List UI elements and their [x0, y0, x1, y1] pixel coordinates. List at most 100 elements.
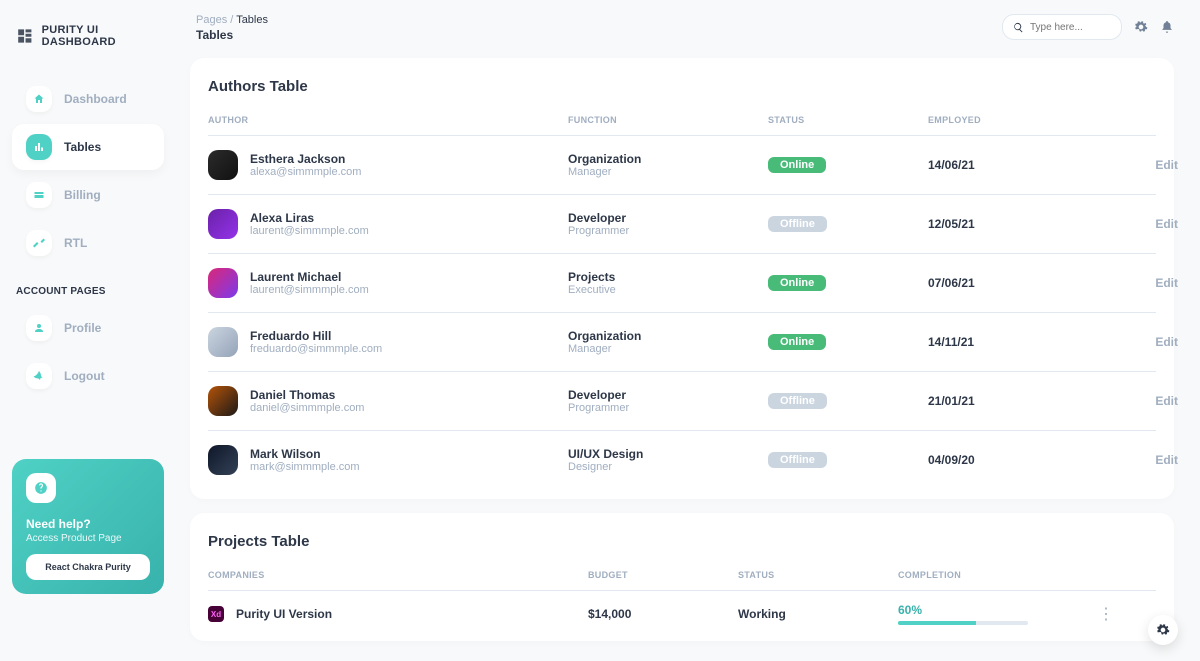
author-name: Alexa Liras [250, 211, 369, 225]
sidebar-item-dashboard[interactable]: Dashboard [12, 76, 164, 122]
breadcrumb-sep: / [230, 14, 233, 26]
main-content: Pages / Tables Tables Authors Table AUTH… [184, 0, 1190, 655]
col-employed: EMPLOYED [928, 115, 1108, 125]
search-box[interactable] [1002, 14, 1122, 40]
function-primary: Developer [568, 388, 768, 402]
help-button[interactable]: React Chakra Purity [26, 554, 150, 580]
author-email: daniel@simmmple.com [250, 402, 364, 414]
edit-button[interactable]: Edit [1108, 335, 1178, 349]
brand-label: PURITY UI DASHBOARD [42, 24, 160, 48]
table-row: Mark Wilsonmark@simmmple.comUI/UX Design… [208, 431, 1156, 489]
function-primary: Organization [568, 329, 768, 343]
rocket-icon [26, 363, 52, 389]
col-author: AUTHOR [208, 115, 568, 125]
table-row: Freduardo Hillfreduardo@simmmple.com Orga… [208, 313, 1156, 372]
function-cell: ProjectsExecutive [568, 270, 768, 296]
edit-button[interactable]: Edit [1108, 276, 1178, 290]
edit-button[interactable]: Edit [1108, 394, 1178, 408]
project-status-cell: Working [738, 607, 898, 621]
employed-cell: 12/05/21 [928, 217, 1108, 231]
completion-label: 60% [898, 603, 1098, 617]
status-badge: Online [768, 157, 826, 173]
sidebar-item-logout[interactable]: Logout [12, 353, 164, 399]
company-cell: Xd Purity UI Version [208, 606, 588, 622]
projects-header: COMPANIES BUDGET STATUS COMPLETION [208, 570, 1156, 591]
author-name: Esthera Jackson [250, 152, 361, 166]
status-badge: Offline [768, 393, 827, 409]
author-email: mark@simmmple.com [250, 461, 360, 473]
progress-bar [898, 621, 1028, 625]
projects-card: Projects Table COMPANIES BUDGET STATUS C… [190, 513, 1174, 641]
account-pages-label: ACCOUNT PAGES [12, 268, 164, 303]
status-cell: Online [768, 157, 928, 173]
function-primary: Developer [568, 211, 768, 225]
status-badge: Online [768, 275, 826, 291]
projects-title: Projects Table [208, 533, 1156, 550]
col-status: STATUS [768, 115, 928, 125]
sidebar-item-label: Tables [64, 140, 101, 154]
search-input[interactable] [1030, 22, 1110, 33]
function-secondary: Programmer [568, 225, 768, 237]
edit-button[interactable]: Edit [1108, 453, 1178, 467]
company-name: Purity UI Version [236, 607, 332, 621]
user-icon [26, 315, 52, 341]
search-icon [1013, 22, 1024, 33]
status-cell: Online [768, 334, 928, 350]
bell-icon[interactable] [1160, 20, 1174, 34]
sidebar-item-label: Dashboard [64, 92, 127, 106]
gear-icon[interactable] [1134, 20, 1148, 34]
status-badge: Online [768, 334, 826, 350]
stats-icon [26, 134, 52, 160]
function-secondary: Programmer [568, 402, 768, 414]
avatar [208, 386, 238, 416]
avatar [208, 268, 238, 298]
sidebar-item-billing[interactable]: Billing [12, 172, 164, 218]
page-title: Tables [196, 28, 268, 42]
function-secondary: Manager [568, 166, 768, 178]
sidebar-item-label: Profile [64, 321, 101, 335]
col-companies: COMPANIES [208, 570, 588, 580]
author-cell: Esthera Jacksonalexa@simmmple.com [208, 150, 568, 180]
main-nav: Dashboard Tables Billing RTL ACCOUNT PAG… [12, 76, 164, 399]
breadcrumb-root[interactable]: Pages [196, 14, 227, 26]
authors-card: Authors Table AUTHOR FUNCTION STATUS EMP… [190, 58, 1174, 499]
author-name: Mark Wilson [250, 447, 360, 461]
sidebar-item-label: Logout [64, 369, 105, 383]
sidebar-item-rtl[interactable]: RTL [12, 220, 164, 266]
function-cell: OrganizationManager [568, 329, 768, 355]
employed-cell: 04/09/20 [928, 453, 1108, 467]
status-cell: Offline [768, 393, 928, 409]
sidebar-item-tables[interactable]: Tables [12, 124, 164, 170]
projects-table: COMPANIES BUDGET STATUS COMPLETION Xd Pur… [208, 570, 1156, 637]
authors-header: AUTHOR FUNCTION STATUS EMPLOYED [208, 115, 1156, 136]
edit-button[interactable]: Edit [1108, 217, 1178, 231]
table-row: Laurent Michaellaurent@simmmple.comProje… [208, 254, 1156, 313]
author-email: freduardo@simmmple.com [250, 343, 382, 355]
avatar [208, 445, 238, 475]
function-cell: DeveloperProgrammer [568, 388, 768, 414]
author-name: Freduardo Hill [250, 329, 382, 343]
company-logo-icon: Xd [208, 606, 224, 622]
author-cell: Daniel Thomasdaniel@simmmple.com [208, 386, 568, 416]
author-email: alexa@simmmple.com [250, 166, 361, 178]
function-cell: UI/UX DesignDesigner [568, 447, 768, 473]
avatar [208, 150, 238, 180]
table-row: Alexa Liraslaurent@simmmple.comDeveloper… [208, 195, 1156, 254]
sidebar-item-profile[interactable]: Profile [12, 305, 164, 351]
authors-title: Authors Table [208, 78, 1156, 95]
function-primary: UI/UX Design [568, 447, 768, 461]
sidebar: PURITY UI DASHBOARD Dashboard Tables Bil… [0, 0, 176, 661]
row-menu-icon[interactable]: ⋮ [1098, 604, 1138, 624]
edit-button[interactable]: Edit [1108, 158, 1178, 172]
function-cell: DeveloperProgrammer [568, 211, 768, 237]
topbar: Pages / Tables Tables [190, 10, 1180, 52]
function-secondary: Executive [568, 284, 768, 296]
col-budget: BUDGET [588, 570, 738, 580]
completion-cell: 60% [898, 603, 1098, 625]
budget-cell: $14,000 [588, 607, 738, 621]
status-cell: Online [768, 275, 928, 291]
settings-fab[interactable] [1148, 615, 1178, 645]
author-name: Laurent Michael [250, 270, 369, 284]
author-cell: Mark Wilsonmark@simmmple.com [208, 445, 568, 475]
table-row: Daniel Thomasdaniel@simmmple.comDevelope… [208, 372, 1156, 431]
